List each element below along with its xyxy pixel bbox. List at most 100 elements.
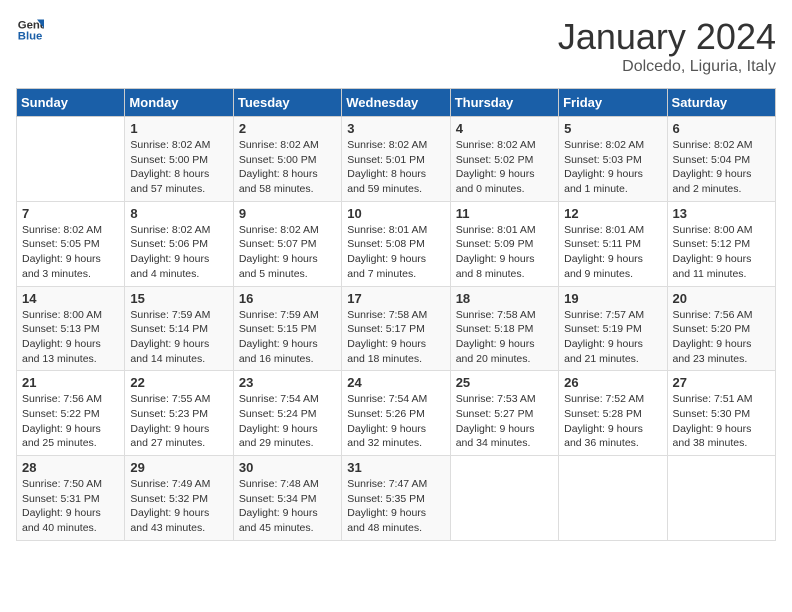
calendar-cell: 26Sunrise: 7:52 AMSunset: 5:28 PMDayligh… — [559, 371, 667, 456]
calendar-cell: 1Sunrise: 8:02 AMSunset: 5:00 PMDaylight… — [125, 117, 233, 202]
day-info: Sunrise: 7:56 AMSunset: 5:20 PMDaylight:… — [673, 308, 770, 367]
calendar-cell — [450, 456, 558, 541]
day-number: 27 — [673, 375, 770, 390]
calendar-cell: 25Sunrise: 7:53 AMSunset: 5:27 PMDayligh… — [450, 371, 558, 456]
day-number: 13 — [673, 206, 770, 221]
month-title: January 2024 — [558, 16, 776, 58]
day-info: Sunrise: 7:58 AMSunset: 5:17 PMDaylight:… — [347, 308, 444, 367]
day-info: Sunrise: 7:58 AMSunset: 5:18 PMDaylight:… — [456, 308, 553, 367]
calendar-cell: 30 Sunrise: 7:48 AMSunset: 5:34 PMDayligh… — [233, 456, 341, 541]
day-info: Sunrise: 8:02 AMSunset: 5:00 PMDaylight:… — [130, 138, 227, 197]
calendar-cell — [17, 117, 125, 202]
calendar-cell: 16 Sunrise: 7:59 AMSunset: 5:15 PMDayligh… — [233, 286, 341, 371]
day-number: 7 — [22, 206, 119, 221]
day-info: Sunrise: 7:56 AMSunset: 5:22 PMDaylight:… — [22, 392, 119, 451]
calendar-cell: 21 Sunrise: 7:56 AMSunset: 5:22 PMDayligh… — [17, 371, 125, 456]
calendar-cell: 7 Sunrise: 8:02 AMSunset: 5:05 PMDaylight… — [17, 201, 125, 286]
day-info: Sunrise: 7:57 AMSunset: 5:19 PMDaylight:… — [564, 308, 661, 367]
day-number: 28 — [22, 460, 119, 475]
day-info: Sunrise: 8:02 AMSunset: 5:05 PMDaylight:… — [22, 223, 119, 282]
calendar-week-row: 21 Sunrise: 7:56 AMSunset: 5:22 PMDayligh… — [17, 371, 776, 456]
calendar-cell: 24Sunrise: 7:54 AMSunset: 5:26 PMDayligh… — [342, 371, 450, 456]
day-number: 5 — [564, 121, 661, 136]
day-number: 22 — [130, 375, 227, 390]
day-info: Sunrise: 7:59 AMSunset: 5:14 PMDaylight:… — [130, 308, 227, 367]
calendar-week-row: 7 Sunrise: 8:02 AMSunset: 5:05 PMDaylight… — [17, 201, 776, 286]
calendar-cell: 2 Sunrise: 8:02 AMSunset: 5:00 PMDaylight… — [233, 117, 341, 202]
day-info: Sunrise: 8:02 AMSunset: 5:01 PMDaylight:… — [347, 138, 444, 197]
calendar-cell: 27 Sunrise: 7:51 AMSunset: 5:30 PMDayligh… — [667, 371, 775, 456]
calendar-cell: 5Sunrise: 8:02 AMSunset: 5:03 PMDaylight… — [559, 117, 667, 202]
calendar-cell: 15 Sunrise: 7:59 AMSunset: 5:14 PMDayligh… — [125, 286, 233, 371]
page-header: General Blue January 2024 Dolcedo, Ligur… — [16, 16, 776, 76]
day-number: 29 — [130, 460, 227, 475]
day-info: Sunrise: 7:50 AMSunset: 5:31 PMDaylight:… — [22, 477, 119, 536]
day-number: 25 — [456, 375, 553, 390]
day-number: 21 — [22, 375, 119, 390]
weekday-header-saturday: Saturday — [667, 89, 775, 117]
calendar-cell: 10 Sunrise: 8:01 AMSunset: 5:08 PMDayligh… — [342, 201, 450, 286]
calendar-cell: 17Sunrise: 7:58 AMSunset: 5:17 PMDayligh… — [342, 286, 450, 371]
day-info: Sunrise: 8:02 AMSunset: 5:00 PMDaylight:… — [239, 138, 336, 197]
day-info: Sunrise: 8:02 AMSunset: 5:07 PMDaylight:… — [239, 223, 336, 282]
calendar-cell: 31 Sunrise: 7:47 AMSunset: 5:35 PMDayligh… — [342, 456, 450, 541]
day-info: Sunrise: 8:01 AMSunset: 5:11 PMDaylight:… — [564, 223, 661, 282]
day-number: 8 — [130, 206, 227, 221]
day-number: 24 — [347, 375, 444, 390]
calendar-cell: 28 Sunrise: 7:50 AMSunset: 5:31 PMDayligh… — [17, 456, 125, 541]
day-number: 3 — [347, 121, 444, 136]
day-number: 15 — [130, 291, 227, 306]
calendar-cell: 3 Sunrise: 8:02 AMSunset: 5:01 PMDaylight… — [342, 117, 450, 202]
calendar-cell: 8 Sunrise: 8:02 AMSunset: 5:06 PMDaylight… — [125, 201, 233, 286]
calendar-week-row: 14Sunrise: 8:00 AMSunset: 5:13 PMDayligh… — [17, 286, 776, 371]
calendar-cell: 22 Sunrise: 7:55 AMSunset: 5:23 PMDayligh… — [125, 371, 233, 456]
day-info: Sunrise: 7:47 AMSunset: 5:35 PMDaylight:… — [347, 477, 444, 536]
day-number: 14 — [22, 291, 119, 306]
day-number: 10 — [347, 206, 444, 221]
logo-icon: General Blue — [16, 16, 44, 44]
day-info: Sunrise: 8:01 AMSunset: 5:09 PMDaylight:… — [456, 223, 553, 282]
day-info: Sunrise: 7:48 AMSunset: 5:34 PMDaylight:… — [239, 477, 336, 536]
calendar-cell: 11Sunrise: 8:01 AMSunset: 5:09 PMDayligh… — [450, 201, 558, 286]
day-info: Sunrise: 8:02 AMSunset: 5:04 PMDaylight:… — [673, 138, 770, 197]
day-number: 4 — [456, 121, 553, 136]
day-info: Sunrise: 7:54 AMSunset: 5:24 PMDaylight:… — [239, 392, 336, 451]
day-number: 2 — [239, 121, 336, 136]
calendar-cell — [667, 456, 775, 541]
day-info: Sunrise: 8:01 AMSunset: 5:08 PMDaylight:… — [347, 223, 444, 282]
day-info: Sunrise: 8:02 AMSunset: 5:06 PMDaylight:… — [130, 223, 227, 282]
logo: General Blue — [16, 16, 44, 44]
day-number: 12 — [564, 206, 661, 221]
day-number: 30 — [239, 460, 336, 475]
day-number: 31 — [347, 460, 444, 475]
calendar-cell: 23 Sunrise: 7:54 AMSunset: 5:24 PMDayligh… — [233, 371, 341, 456]
day-number: 20 — [673, 291, 770, 306]
day-info: Sunrise: 7:59 AMSunset: 5:15 PMDaylight:… — [239, 308, 336, 367]
calendar-cell: 18 Sunrise: 7:58 AMSunset: 5:18 PMDayligh… — [450, 286, 558, 371]
day-info: Sunrise: 7:51 AMSunset: 5:30 PMDaylight:… — [673, 392, 770, 451]
svg-text:Blue: Blue — [18, 31, 43, 43]
weekday-header-wednesday: Wednesday — [342, 89, 450, 117]
location-title: Dolcedo, Liguria, Italy — [558, 58, 776, 76]
calendar-cell: 13 Sunrise: 8:00 AMSunset: 5:12 PMDayligh… — [667, 201, 775, 286]
day-number: 16 — [239, 291, 336, 306]
day-number: 23 — [239, 375, 336, 390]
weekday-header-sunday: Sunday — [17, 89, 125, 117]
weekday-header-friday: Friday — [559, 89, 667, 117]
calendar-cell — [559, 456, 667, 541]
day-number: 6 — [673, 121, 770, 136]
title-area: January 2024 Dolcedo, Liguria, Italy — [558, 16, 776, 76]
calendar-cell: 19Sunrise: 7:57 AMSunset: 5:19 PMDayligh… — [559, 286, 667, 371]
calendar-cell: 20 Sunrise: 7:56 AMSunset: 5:20 PMDayligh… — [667, 286, 775, 371]
day-info: Sunrise: 8:00 AMSunset: 5:12 PMDaylight:… — [673, 223, 770, 282]
calendar-cell: 9Sunrise: 8:02 AMSunset: 5:07 PMDaylight… — [233, 201, 341, 286]
weekday-header-tuesday: Tuesday — [233, 89, 341, 117]
day-info: Sunrise: 7:52 AMSunset: 5:28 PMDaylight:… — [564, 392, 661, 451]
calendar-cell: 29Sunrise: 7:49 AMSunset: 5:32 PMDayligh… — [125, 456, 233, 541]
calendar-week-row: 1Sunrise: 8:02 AMSunset: 5:00 PMDaylight… — [17, 117, 776, 202]
day-number: 18 — [456, 291, 553, 306]
day-info: Sunrise: 7:55 AMSunset: 5:23 PMDaylight:… — [130, 392, 227, 451]
calendar-cell: 4Sunrise: 8:02 AMSunset: 5:02 PMDaylight… — [450, 117, 558, 202]
calendar-table: SundayMondayTuesdayWednesdayThursdayFrid… — [16, 88, 776, 541]
weekday-header-row: SundayMondayTuesdayWednesdayThursdayFrid… — [17, 89, 776, 117]
